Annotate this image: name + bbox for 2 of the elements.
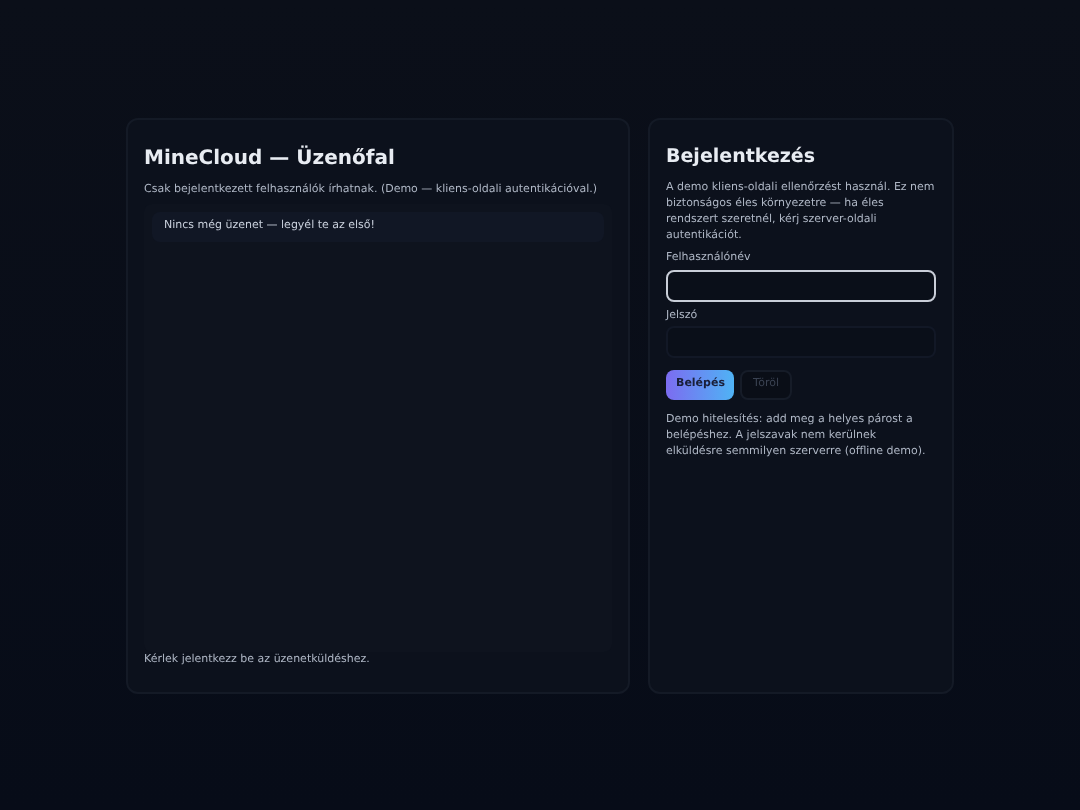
login-title: Bejelentkezés — [666, 144, 818, 172]
board-title: MineCloud — Üzenőfal — [144, 144, 397, 174]
